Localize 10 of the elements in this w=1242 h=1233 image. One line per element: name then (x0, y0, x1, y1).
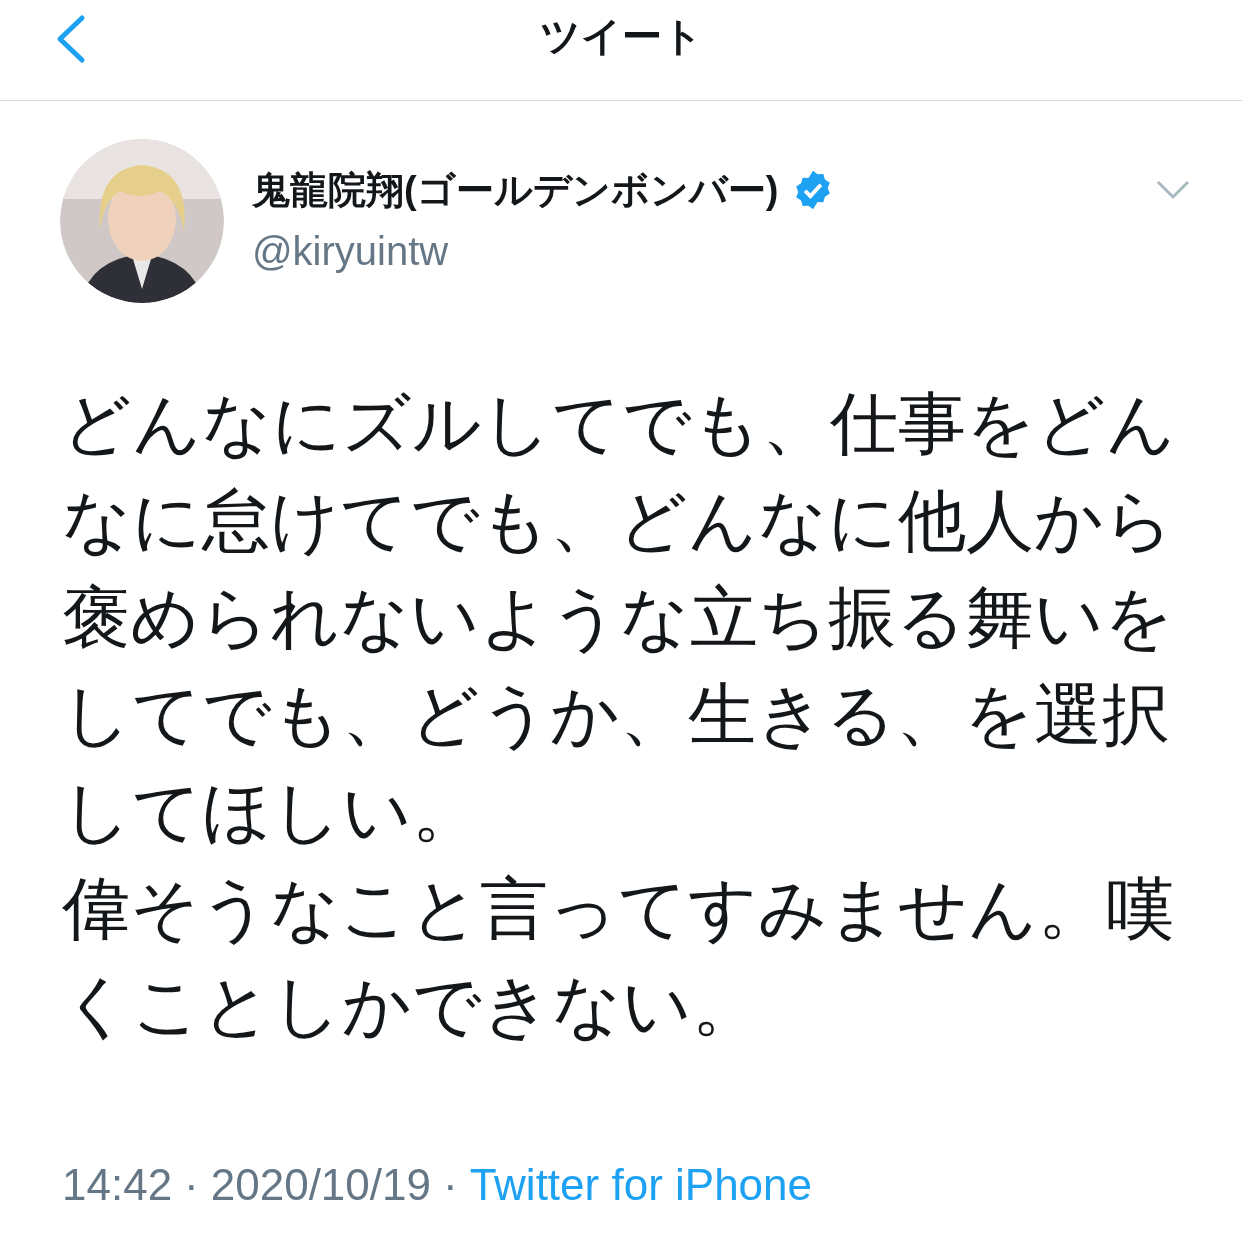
separator-dot: · (443, 1159, 458, 1211)
chevron-down-icon[interactable] (1156, 180, 1190, 200)
page-title: ツイート (539, 13, 703, 60)
tweet-date: 2020/10/19 (210, 1159, 431, 1211)
tweet-text: どんなにズルしてでも、仕事をどんなに怠けてでも、どんなに他人から褒められないような立ち振る舞いをしてでも、どうか、生きる、を選択してほしい。 (62, 384, 1177, 851)
author-handle: @kiryuintw (252, 227, 450, 275)
separator-dot: · (184, 1159, 199, 1211)
tweet-time: 14:42 (62, 1159, 173, 1211)
tweet-text: 偉そうなこと言ってすみません。嘆くことしかできない。 (62, 869, 1175, 1045)
author-name[interactable]: 鬼龍院翔(ゴールデンボンバー) (252, 161, 779, 219)
